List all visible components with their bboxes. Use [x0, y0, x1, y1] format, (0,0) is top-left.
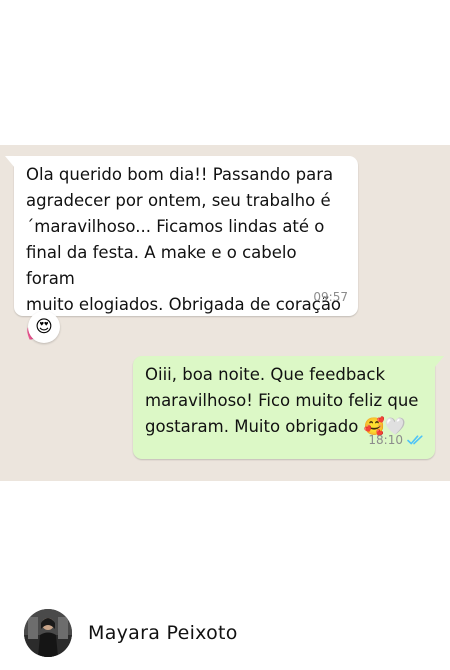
bubble-tail: [5, 156, 15, 168]
message-meta: 18:10: [368, 427, 425, 453]
bubble-tail: [434, 356, 444, 368]
reaction-heart-eyes-emoji[interactable]: 😍: [28, 311, 60, 343]
message-meta: 09:57: [313, 284, 348, 310]
author-credit: Mayara Peixoto: [24, 609, 238, 657]
message-time: 09:57: [313, 290, 348, 304]
profile-photo-icon: [24, 609, 72, 657]
chat-screenshot: Ola querido bom dia!! Passando para agra…: [0, 145, 450, 481]
author-name: Mayara Peixoto: [88, 622, 238, 644]
avatar[interactable]: [24, 609, 72, 657]
incoming-message-bubble: Ola querido bom dia!! Passando para agra…: [5, 156, 358, 341]
outgoing-message-bubble: Oiii, boa noite. Que feedback maravilhos…: [133, 356, 444, 459]
message-text: Ola querido bom dia!! Passando para agra…: [26, 162, 348, 344]
message-time: 18:10: [368, 433, 403, 447]
double-check-read-icon: [407, 435, 423, 445]
